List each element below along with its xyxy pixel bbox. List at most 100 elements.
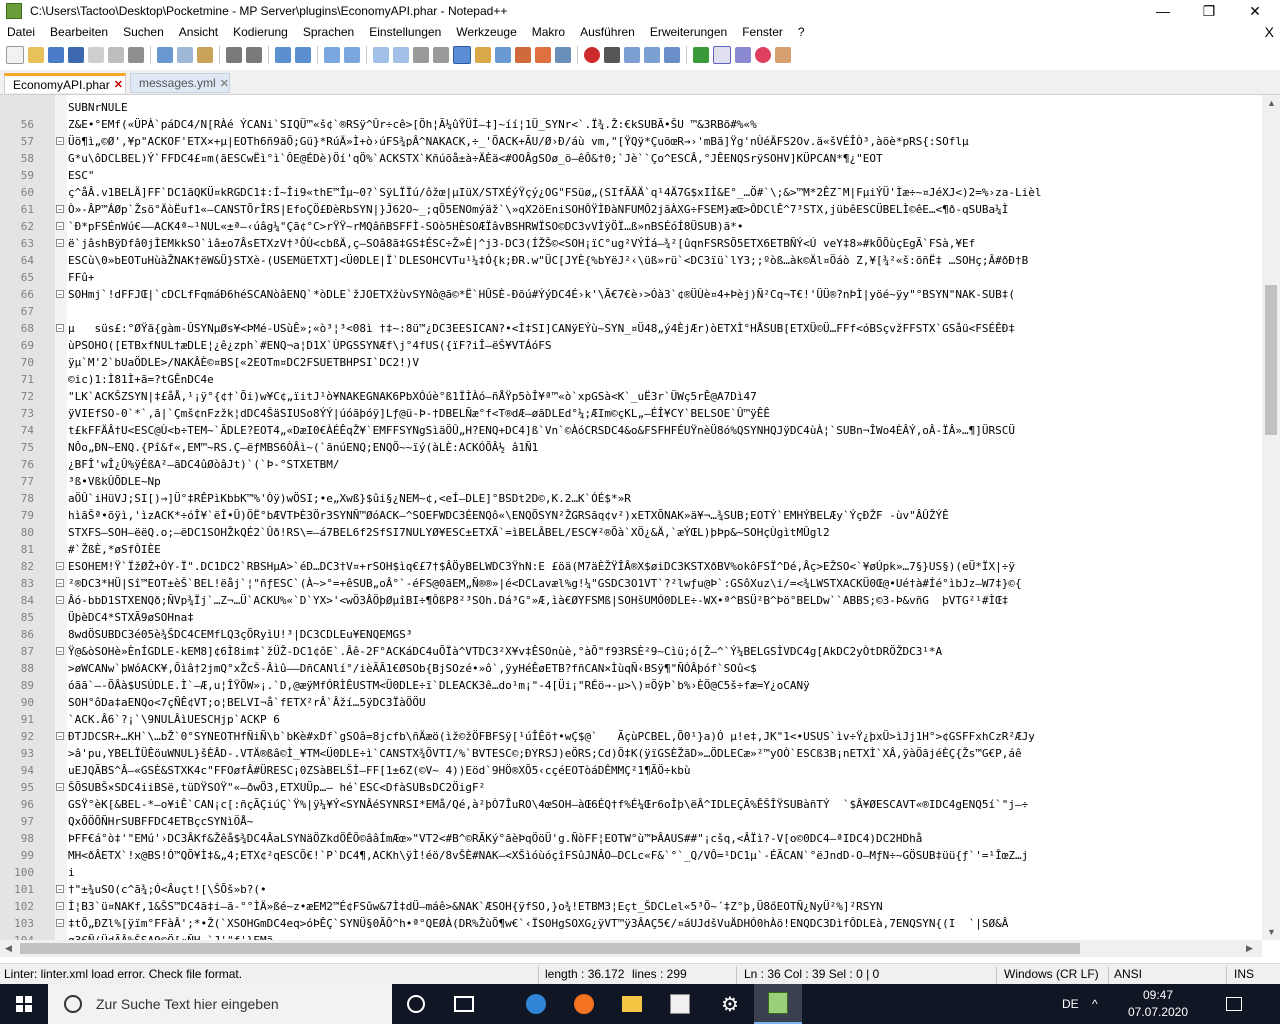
fold-toggle-icon[interactable]: − <box>56 324 64 333</box>
folder-workspace-icon[interactable] <box>535 47 551 63</box>
taskbar-search-box[interactable]: Zur Suche Text hier eingeben <box>48 984 392 1024</box>
settings-taskbar-button[interactable]: ⚙ <box>706 984 754 1024</box>
cut-icon[interactable] <box>157 47 173 63</box>
line-number: 84 <box>20 594 34 607</box>
minimize-button[interactable]: — <box>1140 0 1186 22</box>
menu-werkzeuge[interactable]: Werkzeuge <box>449 25 524 39</box>
scroll-up-icon[interactable]: ▲ <box>1267 98 1276 108</box>
menu-fenster[interactable]: Fenster <box>735 25 791 39</box>
new-file-icon[interactable] <box>6 46 24 64</box>
notepadpp-taskbar-button[interactable] <box>754 984 802 1024</box>
fold-toggle-icon[interactable]: − <box>56 239 64 248</box>
copy-icon[interactable] <box>177 47 193 63</box>
save-all-icon[interactable] <box>68 47 84 63</box>
extra-plugin-icon[interactable] <box>775 47 791 63</box>
horizontal-scrollbar[interactable]: ◀ ▶ <box>0 940 1262 957</box>
fold-toggle-icon[interactable]: − <box>56 919 64 928</box>
start-button[interactable] <box>0 984 48 1024</box>
close-all-icon[interactable] <box>108 47 124 63</box>
line-number: 98 <box>20 832 34 845</box>
menu-ausfuehren[interactable]: Ausführen <box>573 25 643 39</box>
scroll-down-icon[interactable]: ▼ <box>1267 927 1276 937</box>
print-icon[interactable] <box>128 47 144 63</box>
line-number: 91 <box>20 713 34 726</box>
menu-bearbeiten[interactable]: Bearbeiten <box>43 25 116 39</box>
show-all-chars-icon[interactable] <box>433 47 449 63</box>
fold-toggle-icon[interactable]: − <box>56 137 64 146</box>
code-text: Z&E•°EMf(«ÜPÀ`páDC4/N[RÀé ÝCANi`SIQÜ™«š¢… <box>68 118 757 131</box>
record-macro-icon[interactable] <box>584 47 600 63</box>
zoom-out-icon[interactable] <box>344 47 360 63</box>
fold-toggle-icon[interactable]: − <box>56 902 64 911</box>
spell-check-icon[interactable] <box>713 46 731 64</box>
play-multiple-icon[interactable] <box>644 47 660 63</box>
notification-center-button[interactable] <box>1214 984 1254 1024</box>
save-macro-icon[interactable] <box>664 47 680 63</box>
udl-icon[interactable] <box>475 47 491 63</box>
menu-einstellungen[interactable]: Einstellungen <box>362 25 449 39</box>
menu-erweiterungen[interactable]: Erweiterungen <box>643 25 735 39</box>
menu-kodierung[interactable]: Kodierung <box>226 25 296 39</box>
store-taskbar-button[interactable] <box>656 984 704 1024</box>
word-wrap-icon[interactable] <box>413 47 429 63</box>
edge-taskbar-button[interactable] <box>512 984 560 1024</box>
fold-toggle-icon[interactable]: − <box>56 647 64 656</box>
system-clock[interactable]: 09:47 07.07.2020 <box>1118 987 1198 1021</box>
menu-suchen[interactable]: Suchen <box>116 25 172 39</box>
cortana-button[interactable] <box>392 984 440 1024</box>
fold-toggle-icon[interactable]: − <box>56 732 64 741</box>
spell-settings-icon[interactable] <box>735 47 751 63</box>
replace-icon[interactable] <box>295 47 311 63</box>
tab-economyapi[interactable]: EconomyAPI.phar ✕ <box>4 73 126 93</box>
fold-toggle-icon[interactable]: − <box>56 579 64 588</box>
menu-sprachen[interactable]: Sprachen <box>296 25 362 39</box>
editor-area[interactable]: SUBNrNULE 56 Z&E•°EMf(«ÜPÀ`páDC4/N[RÀé ÝCA… <box>0 95 1262 940</box>
save-icon[interactable] <box>48 47 64 63</box>
tab-messages[interactable]: messages.yml ✕ <box>130 73 230 93</box>
fold-toggle-icon[interactable]: − <box>56 205 64 214</box>
play-macro-icon[interactable] <box>624 47 640 63</box>
scroll-left-icon[interactable]: ◀ <box>5 943 12 954</box>
fold-toggle-icon[interactable]: − <box>56 222 64 231</box>
zoom-in-icon[interactable] <box>324 47 340 63</box>
fold-toggle-icon[interactable]: − <box>56 596 64 605</box>
sync-scroll-v-icon[interactable] <box>373 47 389 63</box>
close-button[interactable]: ✕ <box>1232 0 1278 22</box>
task-view-button[interactable] <box>440 984 488 1024</box>
tab-close-icon[interactable]: ✕ <box>114 78 123 91</box>
fold-toggle-icon[interactable]: − <box>56 290 64 299</box>
indent-guide-icon[interactable] <box>453 46 471 64</box>
stop-macro-icon[interactable] <box>604 47 620 63</box>
close-file-icon[interactable] <box>88 47 104 63</box>
tray-overflow-button[interactable]: ^ <box>1092 984 1098 1024</box>
menu-ansicht[interactable]: Ansicht <box>172 25 226 39</box>
plugin-icon[interactable] <box>693 47 709 63</box>
fold-toggle-icon[interactable]: − <box>56 562 64 571</box>
sync-scroll-h-icon[interactable] <box>393 47 409 63</box>
scroll-right-icon[interactable]: ▶ <box>1246 943 1253 954</box>
input-language[interactable]: DE <box>1062 984 1079 1024</box>
horizontal-scroll-thumb[interactable] <box>20 943 1080 954</box>
status-lines: lines : 299 <box>632 967 687 981</box>
menu-makro[interactable]: Makro <box>525 25 573 39</box>
vertical-scroll-thumb[interactable] <box>1265 285 1277 435</box>
menu-help[interactable]: ? <box>791 25 813 39</box>
heart-icon[interactable] <box>755 47 771 63</box>
function-list-icon[interactable] <box>515 47 531 63</box>
close-document-button[interactable]: X <box>1265 24 1274 40</box>
undo-icon[interactable] <box>226 47 242 63</box>
redo-icon[interactable] <box>246 47 262 63</box>
paste-icon[interactable] <box>197 47 213 63</box>
find-icon[interactable] <box>275 47 291 63</box>
explorer-taskbar-button[interactable] <box>608 984 656 1024</box>
open-file-icon[interactable] <box>28 47 44 63</box>
menu-datei[interactable]: Datei <box>0 25 43 39</box>
firefox-taskbar-button[interactable] <box>560 984 608 1024</box>
maximize-button[interactable]: ❐ <box>1186 0 1232 22</box>
fold-toggle-icon[interactable]: − <box>56 783 64 792</box>
monitoring-icon[interactable] <box>555 47 571 63</box>
fold-toggle-icon[interactable]: − <box>56 885 64 894</box>
doc-map-icon[interactable] <box>495 47 511 63</box>
tab-close-icon[interactable]: ✕ <box>220 77 229 90</box>
vertical-scrollbar[interactable]: ▲ ▼ <box>1262 95 1280 940</box>
